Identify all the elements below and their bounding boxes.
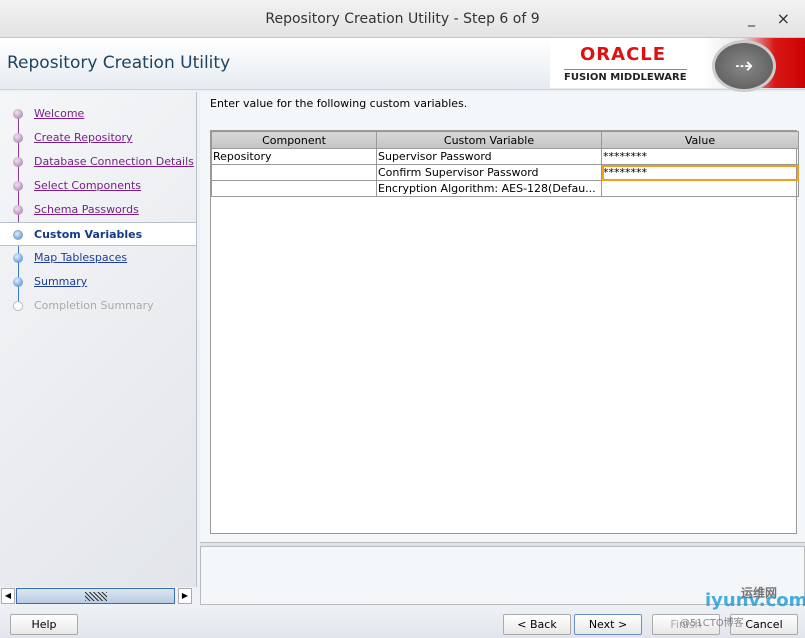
nav-label: Create Repository <box>34 131 133 144</box>
next-button[interactable]: Next > <box>574 614 642 635</box>
watermark-prefix: @51CTO博客 <box>680 618 744 629</box>
scrollbar-thumb[interactable] <box>16 588 175 604</box>
nav-label: Map Tablespaces <box>34 251 128 264</box>
logo-brand: ORACLE <box>580 44 667 65</box>
nav-item-create-repository[interactable]: Create Repository <box>0 126 196 150</box>
nav-label: Database Connection Details <box>34 155 194 168</box>
step-todo-icon <box>13 277 23 287</box>
step-current-icon <box>13 230 23 240</box>
component-cell <box>211 180 377 197</box>
nav-label: Custom Variables <box>34 228 143 241</box>
nav-item-welcome[interactable]: Welcome <box>0 102 196 126</box>
component-cell: Repository <box>211 148 377 165</box>
nav-label: Completion Summary <box>34 299 154 312</box>
help-button[interactable]: Help <box>10 614 78 635</box>
value-input[interactable]: ******** <box>601 164 799 181</box>
step-done-icon <box>13 157 23 167</box>
close-button[interactable]: × <box>777 0 790 38</box>
custom-variables-table: Component Custom Variable Value Reposito… <box>210 130 799 534</box>
value-input[interactable] <box>601 180 799 197</box>
app-title: Repository Creation Utility <box>7 53 231 73</box>
nav-label: Schema Passwords <box>34 203 139 216</box>
sidebar-horizontal-scrollbar[interactable]: ◀ ▶ <box>0 587 197 605</box>
header: Repository Creation Utility ORACLE FUSIO… <box>0 38 805 92</box>
nav-item-summary[interactable]: Summary <box>0 270 196 294</box>
fusion-badge-icon: ⇢ <box>712 40 776 92</box>
column-header-custom-variable[interactable]: Custom Variable <box>376 131 602 149</box>
step-pending-icon <box>13 301 23 311</box>
nav-item-schema-passwords[interactable]: Schema Passwords <box>0 198 196 222</box>
window-title: Repository Creation Utility - Step 6 of … <box>265 11 540 27</box>
step-todo-icon <box>13 253 23 263</box>
instruction-text: Enter value for the following custom var… <box>210 97 468 110</box>
nav-label: Welcome <box>34 107 85 120</box>
title-bar: Repository Creation Utility - Step 6 of … <box>0 0 805 38</box>
watermark-text: 运维网 <box>741 586 778 600</box>
variable-cell: Encryption Algorithm: AES-128(Defau... <box>376 180 602 197</box>
back-button[interactable]: < Back <box>503 614 571 635</box>
scroll-right-icon[interactable]: ▶ <box>178 588 192 604</box>
minimize-button[interactable]: _ <box>748 0 755 38</box>
main-panel: Enter value for the following custom var… <box>200 92 805 542</box>
step-done-icon <box>13 133 23 143</box>
nav-item-database-connection[interactable]: Database Connection Details <box>0 150 196 174</box>
variable-cell: Supervisor Password <box>376 148 602 165</box>
nav-item-custom-variables[interactable]: Custom Variables <box>0 222 196 246</box>
logo-sub: FUSION MIDDLEWARE <box>564 69 687 83</box>
table-row: Confirm Supervisor Password ******** <box>211 164 799 181</box>
value-input[interactable]: ******** <box>601 148 799 165</box>
nav-item-select-components[interactable]: Select Components <box>0 174 196 198</box>
column-header-component[interactable]: Component <box>211 131 377 149</box>
table-header: Component Custom Variable Value <box>211 131 799 149</box>
nav-label: Summary <box>34 275 88 288</box>
scroll-left-icon[interactable]: ◀ <box>1 588 15 604</box>
variable-cell: Confirm Supervisor Password <box>376 164 602 181</box>
column-header-value[interactable]: Value <box>601 131 799 149</box>
nav-item-map-tablespaces[interactable]: Map Tablespaces <box>0 246 196 270</box>
nav-label: Select Components <box>34 179 142 192</box>
sidebar-nav: Welcome Create Repository Database Conne… <box>0 92 197 587</box>
step-done-icon <box>13 109 23 119</box>
grip-icon <box>85 592 107 601</box>
table-row: Encryption Algorithm: AES-128(Defau... <box>211 180 799 197</box>
watermark: iyunv.com 运维网 <box>705 586 805 611</box>
component-cell <box>211 164 377 181</box>
oracle-logo: ORACLE FUSION MIDDLEWARE ⇢ <box>550 38 805 92</box>
step-done-icon <box>13 205 23 215</box>
step-done-icon <box>13 181 23 191</box>
table-row: Repository Supervisor Password ******** <box>211 148 799 165</box>
nav-item-completion-summary: Completion Summary <box>0 294 196 318</box>
